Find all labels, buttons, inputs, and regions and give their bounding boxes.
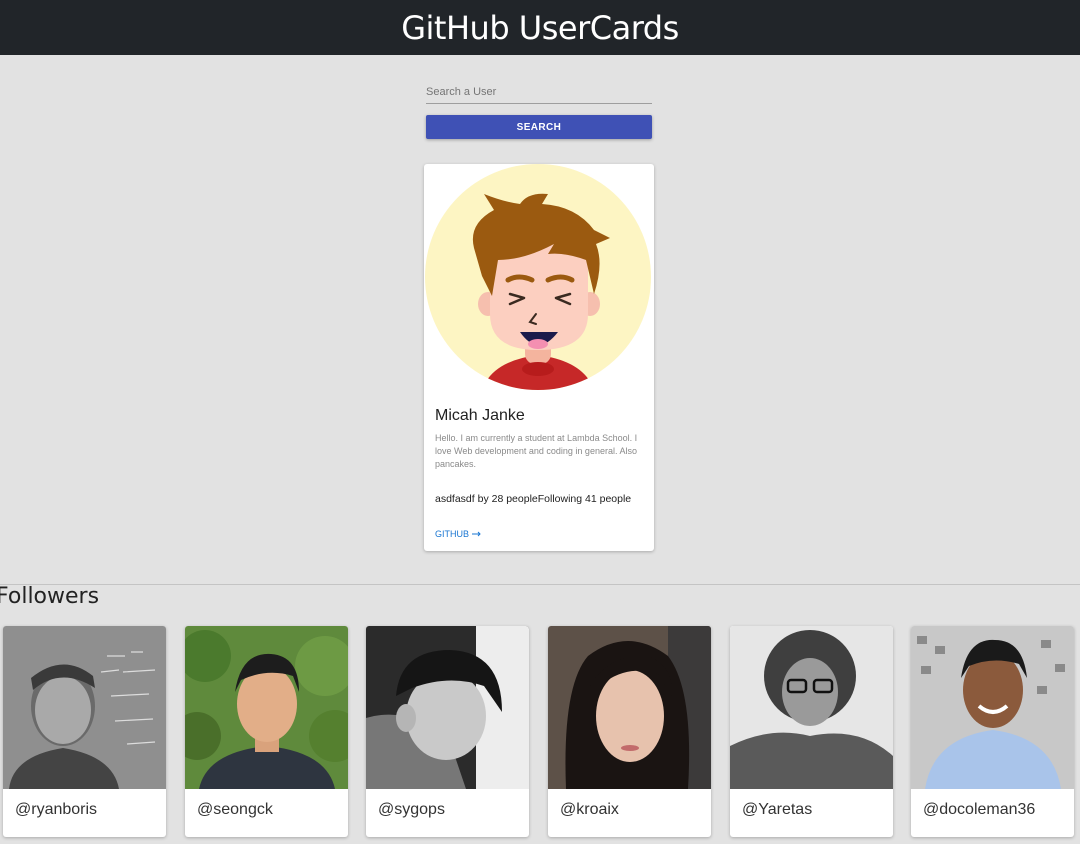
arrow-right-icon xyxy=(472,531,481,537)
follower-photo xyxy=(185,626,348,789)
github-link-label: GITHUB xyxy=(435,529,470,539)
page-title: GitHub UserCards xyxy=(401,8,679,47)
avatar xyxy=(425,164,651,390)
followers-heading: Followers xyxy=(0,584,100,609)
profile-card: Micah Janke Hello. I am currently a stud… xyxy=(424,164,654,551)
profile-name: Micah Janke xyxy=(435,407,525,424)
profile-bio: Hello. I am currently a student at Lambd… xyxy=(435,433,638,469)
follower-handle: @seongck xyxy=(197,801,273,818)
follower-handle: @Yaretas xyxy=(742,801,813,818)
follower-photo xyxy=(548,626,711,789)
profile-stats: asdfasdf by 28 peopleFollowing 41 people xyxy=(435,493,632,505)
follower-card[interactable]: @ryanboris xyxy=(3,626,166,837)
follower-card[interactable]: @seongck xyxy=(185,626,348,837)
follower-photo xyxy=(730,626,893,789)
follower-handle: @sygops xyxy=(378,801,445,818)
follower-card[interactable]: @docoleman36 xyxy=(911,626,1074,837)
follower-photo xyxy=(3,626,166,789)
search-button[interactable]: SEARCH xyxy=(426,115,652,139)
follower-photo xyxy=(366,626,529,789)
follower-photo xyxy=(911,626,1074,789)
follower-card[interactable]: @sygops xyxy=(366,626,529,837)
github-link[interactable]: GITHUB xyxy=(435,529,482,539)
search-input[interactable] xyxy=(426,82,652,104)
search-form xyxy=(426,82,652,104)
follower-handle: @docoleman36 xyxy=(923,801,1036,818)
section-divider xyxy=(0,584,1080,585)
follower-card[interactable]: @Yaretas xyxy=(730,626,893,837)
follower-handle: @ryanboris xyxy=(15,801,98,818)
app-header: GitHub UserCards xyxy=(0,0,1080,55)
follower-handle: @kroaix xyxy=(560,801,619,818)
follower-card[interactable]: @kroaix xyxy=(548,626,711,837)
